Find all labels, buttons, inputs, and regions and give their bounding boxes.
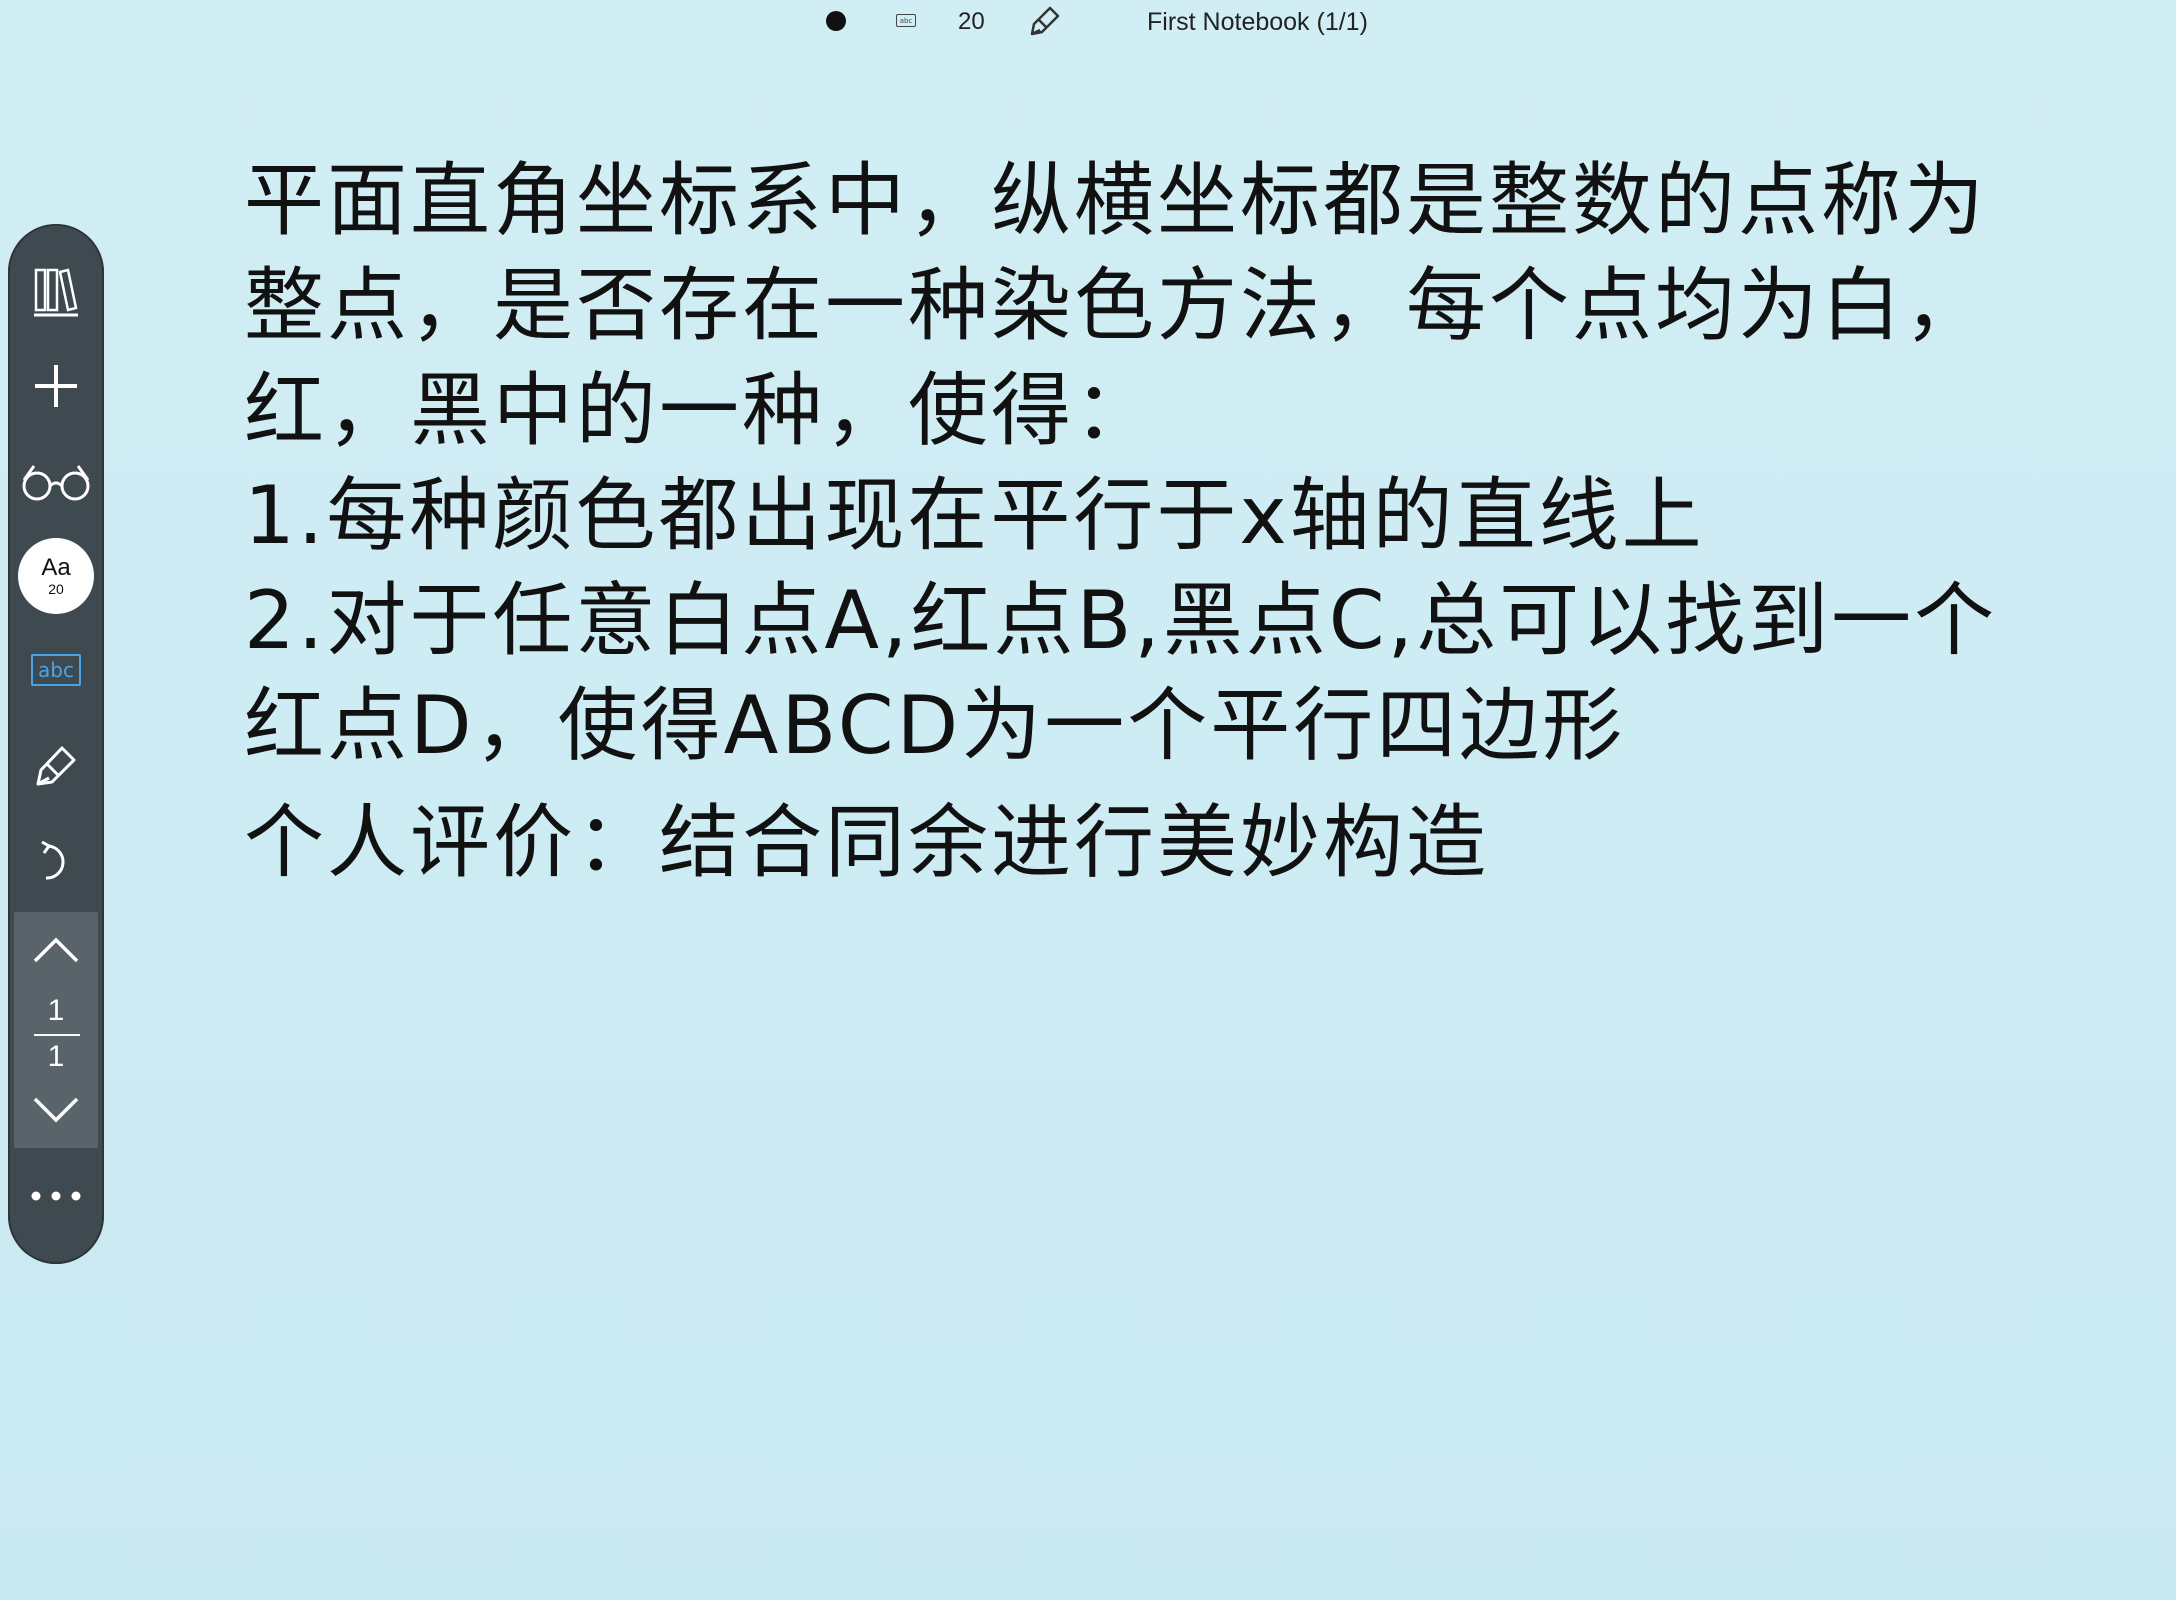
- undo-icon: [41, 840, 65, 880]
- top-status-bar: abc 20 First Notebook (1/1): [0, 0, 2176, 44]
- pen-icon: [36, 746, 76, 786]
- left-toolbar: Aa 20 abc 1 1: [8, 224, 104, 1264]
- text-mode-indicator[interactable]: abc: [896, 14, 916, 27]
- pen-tool-button[interactable]: [8, 726, 104, 806]
- note-line: 2.对于任意白点A,红点B,黑点C,总可以找到一个: [244, 574, 1998, 667]
- notebook-title: First Notebook (1/1): [1147, 8, 1368, 36]
- library-button[interactable]: [8, 252, 104, 332]
- plus-icon: [35, 365, 77, 407]
- add-page-button[interactable]: [8, 346, 104, 426]
- note-line: 红，黑中的一种，使得：: [244, 364, 1157, 457]
- previous-page-button[interactable]: [14, 920, 98, 980]
- font-size-indicator[interactable]: 20: [958, 8, 985, 36]
- more-icon: [31, 1191, 81, 1201]
- current-page: 1: [47, 994, 65, 1027]
- next-page-button[interactable]: [14, 1080, 98, 1140]
- font-settings-button[interactable]: Aa 20: [8, 536, 104, 616]
- glasses-icon: [22, 465, 90, 501]
- total-pages: 1: [47, 1040, 65, 1073]
- library-icon: [34, 268, 78, 317]
- page-navigator: 1 1: [14, 912, 98, 1148]
- font-size-value: 20: [48, 581, 64, 597]
- view-mode-button[interactable]: [8, 442, 104, 522]
- note-line: 平面直角坐标系中，纵横坐标都是整数的点称为: [244, 154, 1987, 247]
- note-line: 整点，是否存在一种染色方法，每个点均为白，: [244, 259, 1987, 352]
- font-size-badge: Aa 20: [18, 538, 94, 614]
- text-recognition-button[interactable]: abc: [8, 630, 104, 710]
- note-content[interactable]: 平面直角坐标系中，纵横坐标都是整数的点称为 整点，是否存在一种染色方法，每个点均…: [244, 148, 1998, 895]
- more-options-button[interactable]: [8, 1156, 104, 1236]
- undo-button[interactable]: [8, 822, 104, 902]
- abc-text-icon: abc: [31, 654, 81, 686]
- pen-icon[interactable]: [1028, 4, 1064, 38]
- font-label: Aa: [41, 554, 71, 581]
- chevron-up-icon: [33, 937, 79, 963]
- page-divider: [34, 1034, 80, 1036]
- note-comment: 个人评价：结合同余进行美妙构造: [244, 796, 1489, 889]
- note-line: 红点D，使得ABCD为一个平行四边形: [244, 679, 1626, 772]
- chevron-down-icon: [33, 1097, 79, 1123]
- note-line: 1.每种颜色都出现在平行于x轴的直线上: [244, 469, 1705, 562]
- pen-color-dot[interactable]: [826, 11, 846, 31]
